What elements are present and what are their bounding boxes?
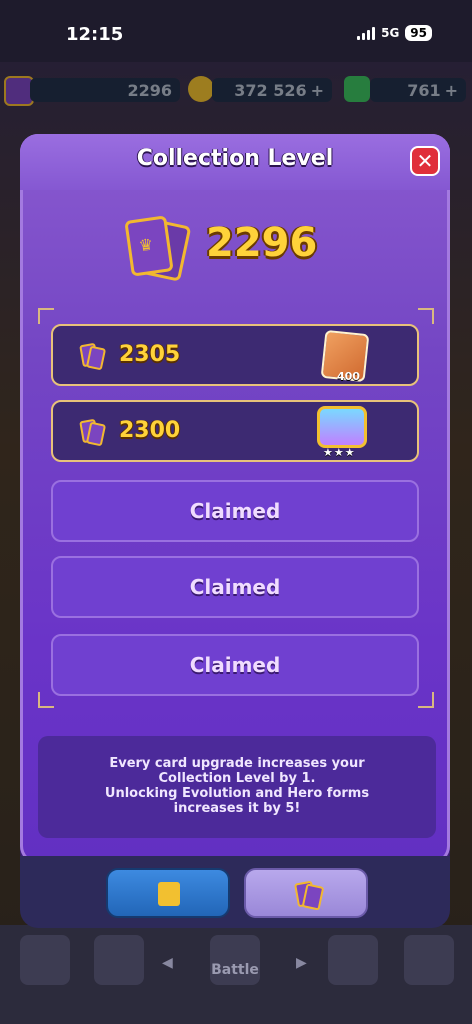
- info-line: increases it by 5!: [173, 801, 301, 816]
- status-bar: 12:15 5G 95: [0, 0, 472, 62]
- nav-battle-label: Battle: [211, 962, 259, 978]
- chest-reward-icon: [317, 406, 367, 448]
- frame-corner: [38, 308, 54, 324]
- chevron-right-icon: ▶: [296, 955, 307, 971]
- info-line: Unlocking Evolution and Hero forms: [104, 786, 370, 801]
- reward-row-2300[interactable]: 2300 ★★★: [51, 400, 419, 462]
- reward-row-claimed: Claimed: [51, 480, 419, 542]
- battery-indicator: 95: [405, 25, 432, 41]
- status-time: 12:15: [66, 24, 124, 45]
- collection-cards-icon: ♛: [124, 215, 194, 282]
- chevron-left-icon: ◀: [162, 955, 173, 971]
- cards-icon: [294, 880, 325, 911]
- frame-corner: [418, 692, 434, 708]
- reward-level: 2305: [119, 342, 181, 367]
- current-collection-level: 2296: [206, 220, 318, 266]
- info-box: Every card upgrade increases your Collec…: [38, 736, 436, 838]
- nav-events[interactable]: [404, 935, 454, 985]
- frame-corner: [38, 692, 54, 708]
- chest-stars: ★★★: [323, 446, 356, 459]
- reward-row-claimed: Claimed: [51, 556, 419, 618]
- info-line: Collection Level by 1.: [158, 771, 316, 786]
- book-reward-count: 400: [337, 370, 360, 383]
- tower-icon: [158, 882, 180, 906]
- nav-cards[interactable]: [94, 935, 144, 985]
- reward-row-2305[interactable]: 2305 400: [51, 324, 419, 386]
- tab-card-collection[interactable]: [244, 868, 368, 918]
- mini-cards-icon: [79, 342, 107, 371]
- collection-level-modal: Collection Level ✕ ♛ 2296 2305 400 2300 …: [20, 134, 450, 864]
- status-indicators: 5G 95: [357, 25, 432, 41]
- nav-shop[interactable]: [20, 935, 70, 985]
- reward-level: 2300: [119, 418, 181, 443]
- reward-row-claimed: Claimed: [51, 634, 419, 696]
- frame-corner: [418, 308, 434, 324]
- info-line: Every card upgrade increases your: [109, 756, 365, 771]
- signal-icon: [357, 26, 376, 40]
- close-icon: ✕: [416, 149, 434, 173]
- claimed-label: Claimed: [189, 653, 281, 677]
- network-label: 5G: [381, 26, 400, 40]
- tab-tower-rewards[interactable]: [106, 868, 230, 918]
- mini-cards-icon: [79, 418, 107, 447]
- claimed-label: Claimed: [189, 575, 281, 599]
- nav-clan[interactable]: [328, 935, 378, 985]
- modal-title: Collection Level: [136, 146, 334, 171]
- claimed-label: Claimed: [189, 499, 281, 523]
- close-button[interactable]: ✕: [410, 146, 440, 176]
- modal-tab-strip: [20, 856, 450, 928]
